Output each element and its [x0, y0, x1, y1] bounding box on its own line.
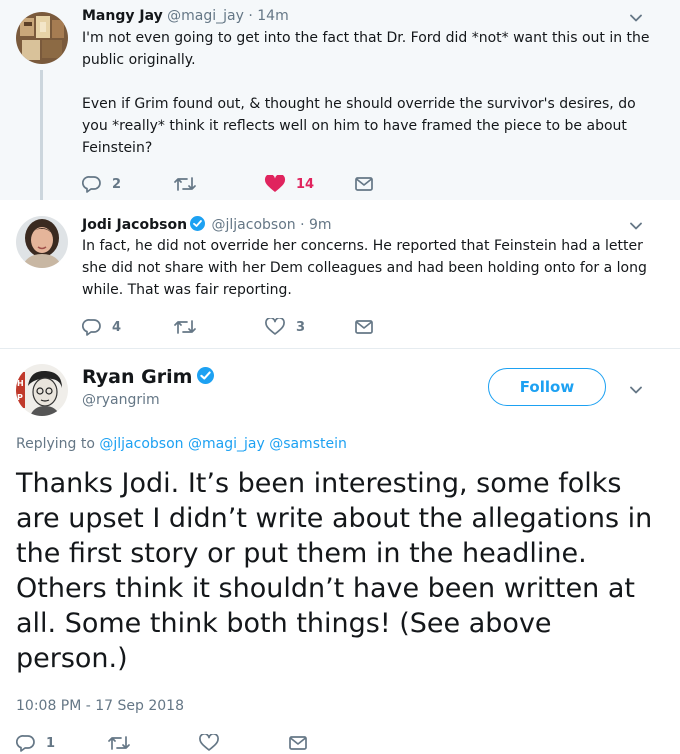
message-action[interactable]	[354, 175, 384, 193]
reply-icon	[16, 735, 35, 752]
retweet-action[interactable]	[108, 734, 140, 752]
message-action[interactable]	[288, 734, 318, 752]
verified-badge-icon	[190, 216, 206, 231]
follow-button[interactable]: Follow	[488, 368, 606, 406]
like-action[interactable]: 14	[264, 175, 314, 193]
tweet-reply-mangy-jay: Mangy Jay @magi_jay · 14m I'm not even g…	[0, 0, 680, 200]
mention-link[interactable]: @jljacobson	[99, 436, 183, 452]
reply-icon	[82, 176, 101, 193]
tweet-text: Thanks Jodi. It’s been interesting, some…	[16, 468, 653, 674]
tweet-paragraph: I'm not even going to get into the fact …	[82, 30, 650, 68]
like-count: 14	[296, 176, 315, 192]
chevron-down-icon[interactable]	[628, 382, 644, 398]
main-tweet: H P Ryan Grim @ryangrim Follow Replying …	[0, 348, 680, 752]
retweet-action[interactable]	[174, 175, 206, 193]
reply-count: 2	[112, 176, 122, 192]
tweet-text: I'm not even going to get into the fact …	[82, 27, 657, 159]
retweet-action[interactable]	[174, 318, 206, 336]
reply-action[interactable]: 1	[16, 734, 55, 752]
heart-icon	[264, 175, 286, 192]
author-name[interactable]: Mangy Jay	[82, 8, 163, 24]
tweet-time[interactable]: · 9m	[300, 217, 331, 233]
replying-to-line: Replying to @jljacobson @magi_jay @samst…	[16, 436, 347, 452]
message-icon	[289, 736, 307, 750]
retweet-icon	[174, 177, 196, 191]
message-action[interactable]	[354, 318, 384, 336]
tweet-reply-jodi-jacobson: Jodi Jacobson @jljacobson · 9m In fact, …	[0, 200, 680, 349]
thread-connector-line	[40, 70, 43, 200]
tweet-header: Jodi Jacobson @jljacobson · 9m	[82, 216, 332, 233]
author-handle[interactable]: @magi_jay	[167, 8, 244, 24]
author-handle[interactable]: @ryangrim	[82, 392, 160, 408]
author-name[interactable]: Ryan Grim	[82, 366, 192, 388]
chevron-down-icon[interactable]	[628, 218, 644, 234]
replying-to-label: Replying to	[16, 436, 95, 452]
like-count: 3	[296, 319, 306, 335]
message-icon	[355, 320, 373, 334]
avatar-jodi-jacobson[interactable]	[16, 216, 68, 268]
reply-action[interactable]: 4	[82, 318, 121, 336]
tweet-text: In fact, he did not override her concern…	[82, 235, 657, 301]
mention-link[interactable]: @magi_jay	[188, 436, 265, 452]
reply-count: 4	[112, 319, 122, 335]
like-action[interactable]	[198, 734, 230, 752]
reply-count: 1	[46, 735, 56, 751]
retweet-icon	[174, 320, 196, 334]
author-handle[interactable]: @jljacobson	[212, 217, 296, 233]
like-action[interactable]: 3	[264, 318, 305, 336]
tweet-paragraph: In fact, he did not override her concern…	[82, 238, 647, 298]
tweet-time[interactable]: · 14m	[248, 8, 288, 24]
retweet-icon	[108, 736, 130, 750]
heart-icon	[265, 318, 285, 335]
tweet-paragraph: Even if Grim found out, & thought he sho…	[82, 96, 636, 156]
svg-text:H: H	[17, 379, 24, 388]
reply-icon	[82, 319, 101, 336]
avatar-ryan-grim[interactable]: H P	[16, 364, 68, 416]
tweet-header: Mangy Jay @magi_jay · 14m	[82, 8, 289, 24]
tweet-timestamp[interactable]: 10:08 PM - 17 Sep 2018	[16, 698, 184, 714]
heart-icon	[199, 734, 219, 751]
svg-text:P: P	[17, 393, 23, 402]
mention-link[interactable]: @samstein	[269, 436, 347, 452]
avatar-mangy-jay[interactable]	[16, 12, 68, 64]
message-icon	[355, 177, 373, 191]
verified-badge-icon	[197, 367, 215, 384]
reply-action[interactable]: 2	[82, 175, 121, 193]
author-name[interactable]: Jodi Jacobson	[82, 217, 187, 233]
chevron-down-icon[interactable]	[628, 10, 644, 26]
author-name-row: Ryan Grim	[82, 366, 216, 388]
